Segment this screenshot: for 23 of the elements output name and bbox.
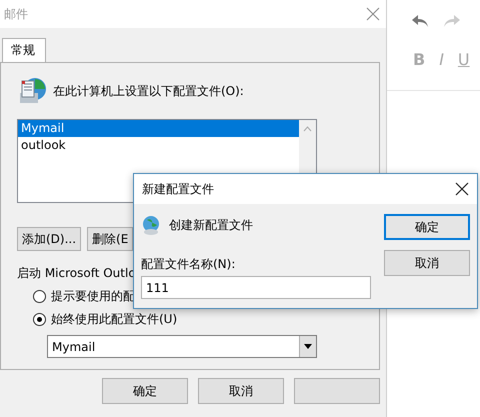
caret-icon	[304, 344, 312, 349]
dialog-button[interactable]: 取消	[198, 378, 284, 404]
dialog-button[interactable]: 确定	[384, 214, 470, 240]
globe-icon	[141, 214, 161, 236]
profiles-label: 在此计算机上设置以下配置文件(O):	[53, 82, 244, 100]
close-icon[interactable]	[455, 182, 469, 196]
profile-name-field[interactable]: 111	[141, 276, 371, 299]
list-item[interactable]: Mymail	[18, 120, 299, 137]
window-title: 邮件	[4, 6, 28, 22]
radio-button[interactable]	[33, 290, 46, 303]
list-item[interactable]: outlook	[18, 137, 299, 154]
field-label: 配置文件名称(N):	[141, 256, 236, 273]
tab[interactable]: 常规	[2, 38, 46, 62]
radio-label: 始终使用此配置文件(U)	[51, 311, 178, 328]
dialog-button[interactable]: 确定	[102, 378, 188, 404]
dialog-button[interactable]: 添加(D)...	[17, 227, 82, 251]
profile-dropdown[interactable]: Mymail	[47, 335, 317, 358]
dialog-button[interactable]: 删除(E	[87, 227, 134, 251]
radio-button[interactable]	[33, 313, 46, 326]
dialog-button[interactable]: 取消	[384, 250, 470, 276]
undo-icon[interactable]	[411, 14, 429, 28]
dialog-title: 新建配置文件	[142, 180, 214, 198]
dialog-heading: 创建新配置文件	[169, 216, 253, 234]
